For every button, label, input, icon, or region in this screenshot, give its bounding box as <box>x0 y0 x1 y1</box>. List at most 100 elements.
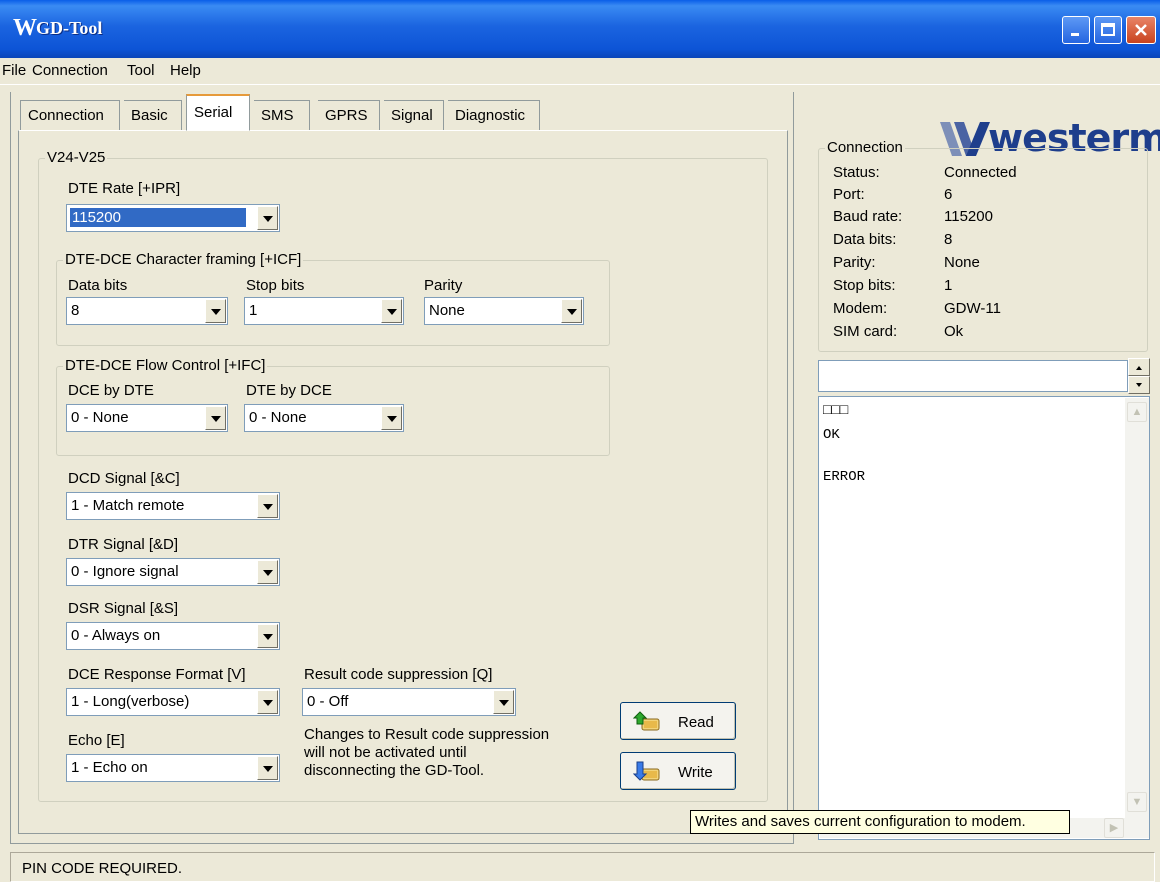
chevron-down-icon[interactable] <box>561 299 582 323</box>
tab-gprs[interactable]: GPRS <box>318 100 380 130</box>
chevron-down-icon[interactable] <box>205 299 226 323</box>
stop-bits-label: Stop bits <box>246 277 305 294</box>
conn-value-baud: 115200 <box>944 208 993 225</box>
write-button-label: Write <box>678 764 713 781</box>
dte-rate-value: 115200 <box>70 208 246 227</box>
chevron-down-icon[interactable] <box>257 494 278 518</box>
flow-control-title: DTE-DCE Flow Control [+IFC] <box>63 357 268 374</box>
chevron-down-icon[interactable] <box>257 624 278 648</box>
terminal-vertical-scrollbar[interactable]: ▲ ▼ <box>1125 398 1149 838</box>
response-format-select[interactable]: 1 - Long(verbose) <box>66 688 280 716</box>
command-spinner[interactable] <box>1128 358 1150 394</box>
write-button[interactable]: Write <box>620 752 736 790</box>
dte-rate-label: DTE Rate [+IPR] <box>68 180 181 197</box>
chevron-down-icon[interactable] <box>205 406 226 430</box>
result-suppression-select[interactable]: 0 - Off <box>302 688 516 716</box>
menu-connection[interactable]: Connection <box>32 62 108 79</box>
tab-diagnostic[interactable]: Diagnostic <box>448 100 540 130</box>
echo-select[interactable]: 1 - Echo on <box>66 754 280 782</box>
tab-basic[interactable]: Basic <box>124 100 182 130</box>
conn-key-stopbits: Stop bits: <box>833 277 896 294</box>
dte-by-dce-value: 0 - None <box>249 409 307 426</box>
chevron-down-icon[interactable] <box>493 690 514 714</box>
conn-key-modem: Modem: <box>833 300 888 317</box>
parity-label: Parity <box>424 277 463 294</box>
suppression-note-line-2: will not be activated until <box>304 744 467 761</box>
conn-key-status: Status: <box>833 164 880 181</box>
command-input[interactable] <box>818 360 1128 392</box>
dcd-signal-select[interactable]: 1 - Match remote <box>66 492 280 520</box>
conn-key-databits: Data bits: <box>833 231 897 248</box>
conn-key-baud: Baud rate: <box>833 208 903 225</box>
title-bar[interactable]: W GD-Tool <box>0 0 1160 58</box>
conn-value-status: Connected <box>944 164 1017 181</box>
menu-file[interactable]: File <box>2 62 26 79</box>
write-icon <box>633 761 660 781</box>
dcd-signal-label: DCD Signal [&C] <box>68 470 180 487</box>
dce-by-dte-value: 0 - None <box>71 409 129 426</box>
stop-bits-value: 1 <box>249 302 258 319</box>
status-text: PIN CODE REQUIRED. <box>22 860 183 877</box>
data-bits-select[interactable]: 8 <box>66 297 228 325</box>
chevron-down-icon[interactable] <box>257 206 278 230</box>
minimize-icon <box>1071 33 1079 36</box>
terminal-line: □□□ <box>823 403 849 419</box>
dsr-signal-label: DSR Signal [&S] <box>68 600 179 617</box>
app-logo-icon: W <box>13 15 37 41</box>
terminal-line: OK <box>823 427 840 443</box>
parity-select[interactable]: None <box>424 297 584 325</box>
result-suppression-label: Result code suppression [Q] <box>304 666 493 683</box>
scroll-right-icon[interactable]: ▶ <box>1104 818 1124 838</box>
character-framing-title: DTE-DCE Character framing [+ICF] <box>63 251 304 268</box>
spin-up-button[interactable] <box>1128 358 1150 376</box>
echo-label: Echo [E] <box>68 732 125 749</box>
scroll-down-icon[interactable]: ▼ <box>1127 792 1147 812</box>
dsr-signal-value: 0 - Always on <box>71 627 161 644</box>
result-suppression-value: 0 - Off <box>307 693 349 710</box>
data-bits-label: Data bits <box>68 277 128 294</box>
conn-value-modem: GDW-11 <box>944 300 1001 317</box>
spin-down-button[interactable] <box>1128 376 1150 394</box>
window-title: GD-Tool <box>36 18 103 38</box>
suppression-note-line-3: disconnecting the GD-Tool. <box>304 762 485 779</box>
maximize-icon <box>1101 23 1115 36</box>
read-button[interactable]: Read <box>620 702 736 740</box>
stop-bits-select[interactable]: 1 <box>244 297 404 325</box>
chevron-down-icon[interactable] <box>257 560 278 584</box>
terminal-line: ERROR <box>823 469 866 485</box>
parity-value: None <box>429 302 465 319</box>
dte-by-dce-select[interactable]: 0 - None <box>244 404 404 432</box>
tab-serial[interactable]: Serial <box>186 94 250 131</box>
menu-divider <box>0 84 1160 85</box>
conn-key-port: Port: <box>833 186 865 203</box>
dsr-signal-select[interactable]: 0 - Always on <box>66 622 280 650</box>
chevron-down-icon[interactable] <box>257 756 278 780</box>
chevron-down-icon[interactable] <box>381 406 402 430</box>
dcd-signal-value: 1 - Match remote <box>71 497 185 514</box>
dte-rate-select[interactable]: 115200 <box>66 204 280 232</box>
spin-down-icon <box>1136 383 1142 387</box>
conn-value-parity: None <box>944 254 980 271</box>
dce-by-dte-select[interactable]: 0 - None <box>66 404 228 432</box>
chevron-down-icon[interactable] <box>381 299 402 323</box>
dtr-signal-value: 0 - Ignore signal <box>71 563 179 580</box>
tab-signal[interactable]: Signal <box>384 100 444 130</box>
dtr-signal-select[interactable]: 0 - Ignore signal <box>66 558 280 586</box>
response-format-value: 1 - Long(verbose) <box>71 693 190 710</box>
read-icon <box>633 711 660 731</box>
chevron-down-icon[interactable] <box>257 690 278 714</box>
maximize-button[interactable] <box>1094 16 1122 44</box>
tab-connection[interactable]: Connection <box>20 100 120 130</box>
data-bits-value: 8 <box>71 302 80 319</box>
suppression-note-line-1: Changes to Result code suppression <box>304 726 550 743</box>
tab-sms[interactable]: SMS <box>254 100 310 130</box>
terminal-output[interactable]: □□□ OK ERROR <box>818 396 1150 840</box>
conn-value-stopbits: 1 <box>944 277 953 294</box>
menu-help[interactable]: Help <box>170 62 201 79</box>
menu-bar: File Connection Tool Help <box>0 58 1160 84</box>
close-button[interactable] <box>1126 16 1156 44</box>
conn-value-sim: Ok <box>944 323 964 340</box>
minimize-button[interactable] <box>1062 16 1090 44</box>
scroll-up-icon[interactable]: ▲ <box>1127 402 1147 422</box>
menu-tool[interactable]: Tool <box>127 62 155 79</box>
